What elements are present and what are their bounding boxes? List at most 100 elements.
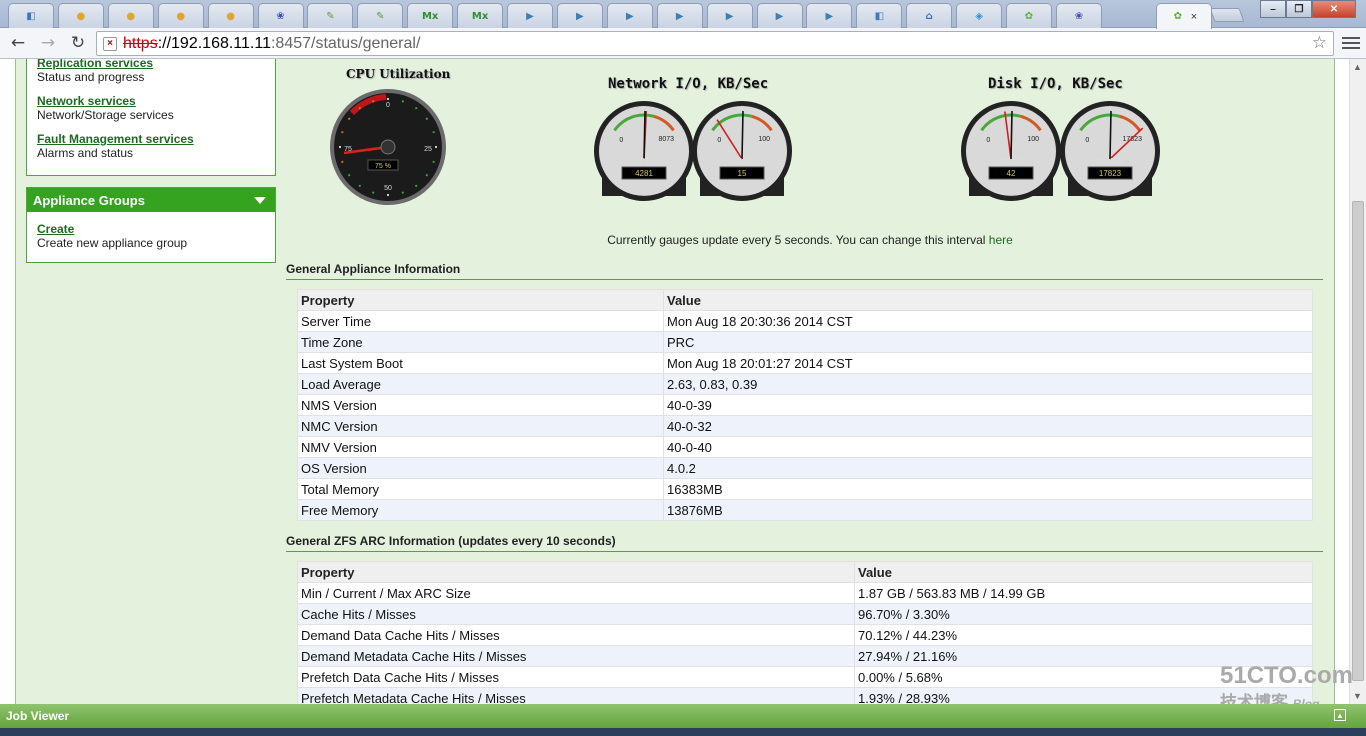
value-column-header: Value <box>854 561 1313 583</box>
table-row: NMS Version 40-0-39 <box>297 394 1313 416</box>
value-cell: 16383MB <box>663 478 1313 500</box>
property-cell: NMS Version <box>297 394 664 416</box>
service-desc: Alarms and status <box>37 146 134 160</box>
finder-icon: ◧ <box>874 10 885 22</box>
tab-active[interactable]: ✿ × <box>1156 3 1212 29</box>
value-cell: 13876MB <box>663 499 1313 521</box>
paw-icon: ❀ <box>1074 10 1084 22</box>
job-viewer-bar[interactable]: Job Viewer ▲ <box>0 704 1366 728</box>
owl-icon: ● <box>76 10 86 22</box>
table-row: Last System Boot Mon Aug 18 20:01:27 2014… <box>297 352 1313 374</box>
gauge-readout: 42 <box>1007 169 1016 178</box>
browser-tab[interactable]: ◈ <box>956 3 1003 28</box>
property-cell: Demand Metadata Cache Hits / Misses <box>297 645 855 667</box>
browser-tab[interactable]: ▶ <box>806 3 853 28</box>
reload-icon[interactable]: ↻ <box>66 31 90 55</box>
cpu-tick-mark <box>415 107 418 110</box>
disk-gauge-title: Disk I/O, KB/Sec <box>988 76 1123 92</box>
browser-tab[interactable]: ◧ <box>8 3 54 28</box>
gauge-max-label: 8073 <box>658 136 674 143</box>
cpu-tick-mark <box>348 117 351 120</box>
browser-tab[interactable]: ▶ <box>606 3 653 28</box>
cpu-tick-mark <box>401 100 404 103</box>
gauge-min-label: 0 <box>619 137 623 144</box>
browser-tab[interactable]: ❀ <box>1055 3 1102 28</box>
general-info-heading: General Appliance Information <box>286 262 1323 280</box>
service-item-replication: Replication services Status and progress <box>27 59 275 84</box>
change-interval-link[interactable]: here <box>989 233 1013 247</box>
create-group-link[interactable]: Create <box>37 222 265 236</box>
disk-read-gauge: 0 100 READ 42 <box>961 101 1061 201</box>
property-cell: Load Average <box>297 373 664 395</box>
browser-tab[interactable]: ▶ <box>706 3 753 28</box>
cpu-tick-mark <box>358 184 361 187</box>
browser-tab[interactable]: ▶ <box>756 3 803 28</box>
service-desc: Status and progress <box>37 70 145 84</box>
table-row: Total Memory 16383MB <box>297 478 1313 500</box>
property-cell: Last System Boot <box>297 352 664 374</box>
browser-tab[interactable]: ✿ <box>1006 3 1052 28</box>
address-bar[interactable]: × https://192.168.11.11:8457/status/gene… <box>96 31 1334 56</box>
new-tab-button[interactable] <box>1209 8 1245 22</box>
maximize-button[interactable]: ❐ <box>1286 0 1312 18</box>
cpu-needle-hub <box>380 139 396 155</box>
cpu-tick-label: 25 <box>424 146 432 153</box>
fault-management-services-link[interactable]: Fault Management services <box>37 132 265 146</box>
table-row: Free Memory 13876MB <box>297 499 1313 521</box>
arc-info-heading: General ZFS ARC Information (updates eve… <box>286 534 1323 552</box>
cpu-gauge-title: CPU Utilization <box>346 67 451 81</box>
value-cell: 70.12% / 44.23% <box>854 624 1313 646</box>
browser-tab[interactable]: ❀ <box>257 3 304 28</box>
arc-info-table: Property Value Min / Current / Max ARC S… <box>297 561 1313 704</box>
tab-strip: ◧ ● ● ● ● ❀ ✎ ✎ Mx Mx ▶ ▶ ▶ ▶ ▶ ▶ ▶ ◧ ⌂ ◈ ✿ ❀ ✿ × – ❐ ✕ <box>0 0 1366 29</box>
gauge-min-label: 0 <box>717 137 721 144</box>
mx-icon: Mx <box>471 10 489 22</box>
value-cell: 1.87 GB / 563.83 MB / 14.99 GB <box>854 582 1313 604</box>
scroll-up-icon[interactable]: ▲ <box>1353 62 1362 72</box>
scroll-down-icon[interactable]: ▼ <box>1353 691 1362 701</box>
vertical-scrollbar[interactable]: ▲ ▼ <box>1349 59 1366 704</box>
gauge-max-label: 100 <box>1027 136 1039 143</box>
back-icon[interactable]: ← <box>6 31 30 55</box>
gauge-name-label: READ <box>999 157 1023 166</box>
browser-tab[interactable]: ✎ <box>307 3 354 28</box>
property-cell: OS Version <box>297 457 664 479</box>
browser-tab[interactable]: ● <box>207 3 254 28</box>
browser-tab[interactable]: Mx <box>457 3 504 28</box>
appliance-groups-header[interactable]: Appliance Groups <box>27 188 275 212</box>
forward-icon[interactable]: → <box>36 31 60 55</box>
scrollbar-thumb[interactable] <box>1352 201 1364 681</box>
replication-services-link[interactable]: Replication services <box>37 59 265 70</box>
gauge-peak-needle <box>643 110 646 160</box>
browser-tab[interactable]: Mx <box>407 3 454 28</box>
property-cell: NMC Version <box>297 415 664 437</box>
gauge-peak-needle <box>741 110 744 160</box>
browser-tab[interactable]: ● <box>107 3 154 28</box>
browser-tab[interactable]: ✎ <box>357 3 404 28</box>
network-services-link[interactable]: Network services <box>37 94 265 108</box>
bookmark-star-icon[interactable]: ☆ <box>1312 33 1327 53</box>
menu-icon[interactable] <box>1342 33 1360 53</box>
value-cell: 40-0-32 <box>663 415 1313 437</box>
browser-tab[interactable]: ▶ <box>556 3 603 28</box>
close-window-button[interactable]: ✕ <box>1312 0 1356 18</box>
browser-tab[interactable]: ▶ <box>656 3 703 28</box>
minimize-button[interactable]: – <box>1260 0 1286 18</box>
expand-icon[interactable]: ▲ <box>1334 709 1346 721</box>
cpu-tick-mark <box>425 174 428 177</box>
browser-tab[interactable]: ◧ <box>856 3 903 28</box>
cpu-readout: 75 % <box>375 163 391 170</box>
table-row: Server Time Mon Aug 18 20:30:36 2014 CST <box>297 310 1313 332</box>
close-tab-icon[interactable]: × <box>1191 11 1197 23</box>
browser-tab[interactable]: ● <box>157 3 204 28</box>
value-cell: 40-0-39 <box>663 394 1313 416</box>
table-row: NMV Version 40-0-40 <box>297 436 1313 458</box>
table-row: Min / Current / Max ARC Size 1.87 GB / 56… <box>297 582 1313 604</box>
collapse-triangle-icon[interactable] <box>254 197 266 204</box>
table-header-row: Property Value <box>297 561 1313 583</box>
browser-tab[interactable]: ● <box>57 3 104 28</box>
browser-tab[interactable]: ▶ <box>507 3 553 28</box>
table-header-row: Property Value <box>297 289 1313 311</box>
browser-tab[interactable]: ⌂ <box>906 3 953 28</box>
cpu-tick-mark <box>432 160 435 163</box>
